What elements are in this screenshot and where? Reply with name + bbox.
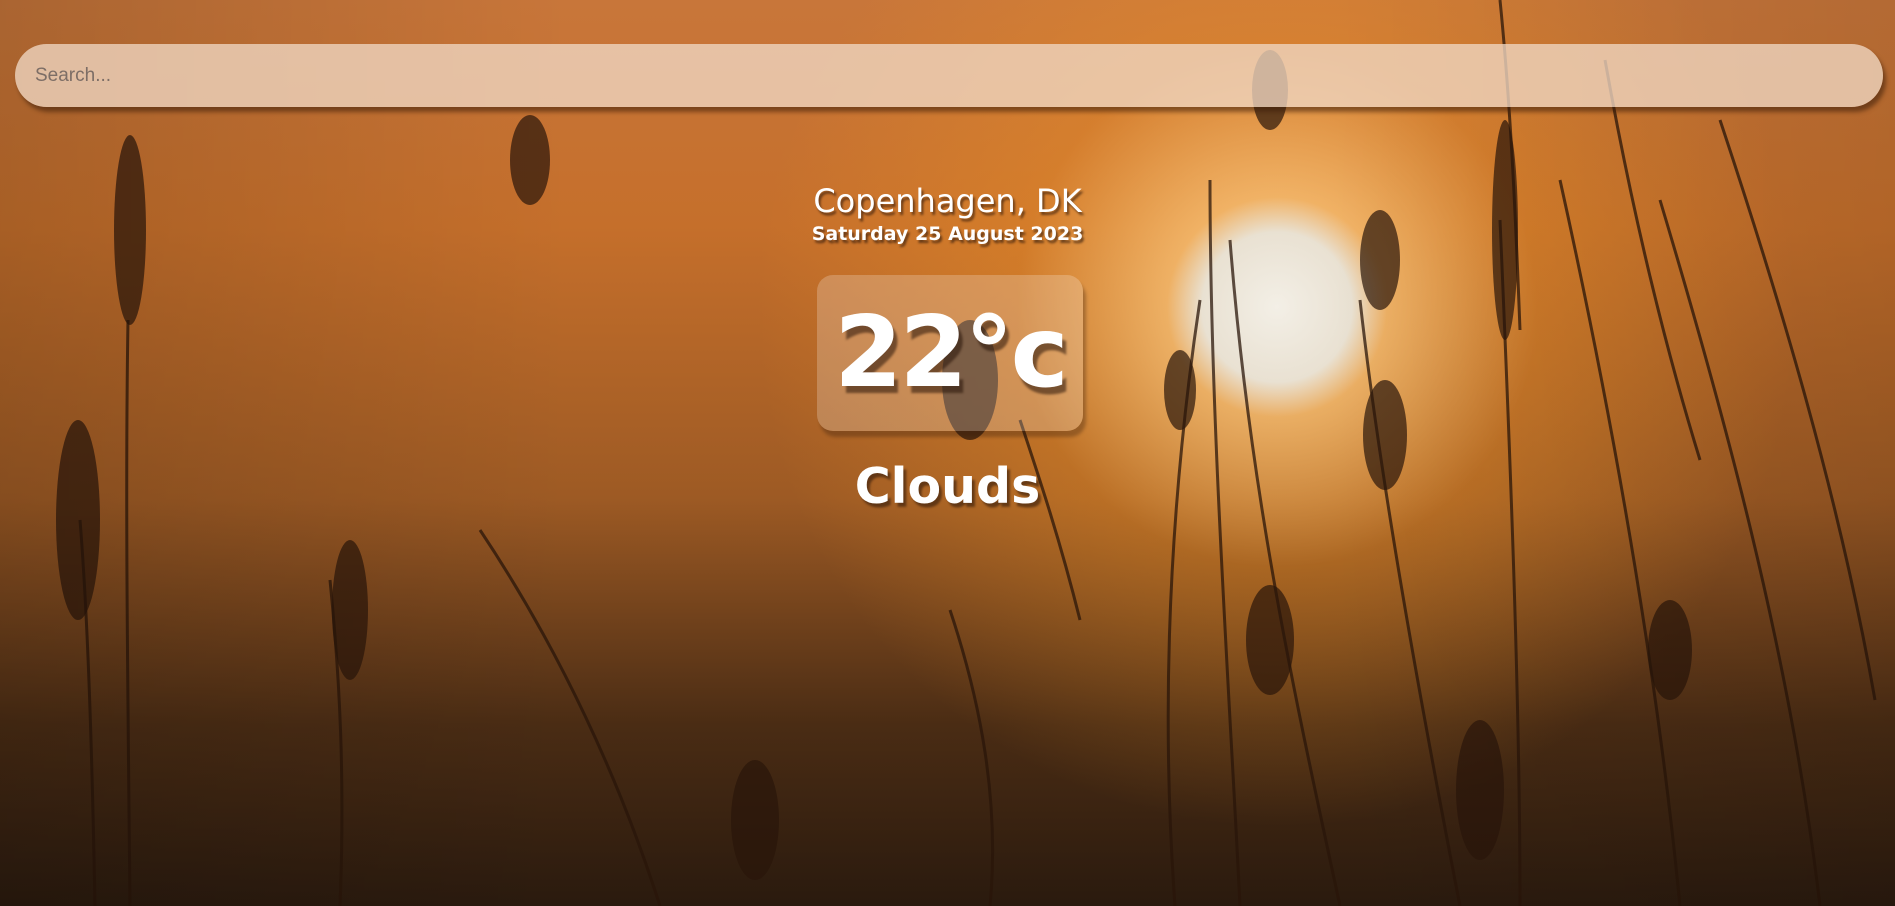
temperature-value: 22°c <box>834 296 1068 410</box>
weather-condition: Clouds <box>854 458 1041 515</box>
search-input[interactable] <box>15 44 1883 107</box>
temperature-box: 22°c <box>817 275 1083 431</box>
background-image <box>0 0 1895 906</box>
date-label: Saturday 25 August 2023 <box>811 223 1084 245</box>
grass-silhouette <box>56 0 1877 906</box>
location-box: Copenhagen, DK Saturday 25 August 2023 <box>0 180 1895 246</box>
location-label: Copenhagen, DK <box>813 182 1082 220</box>
